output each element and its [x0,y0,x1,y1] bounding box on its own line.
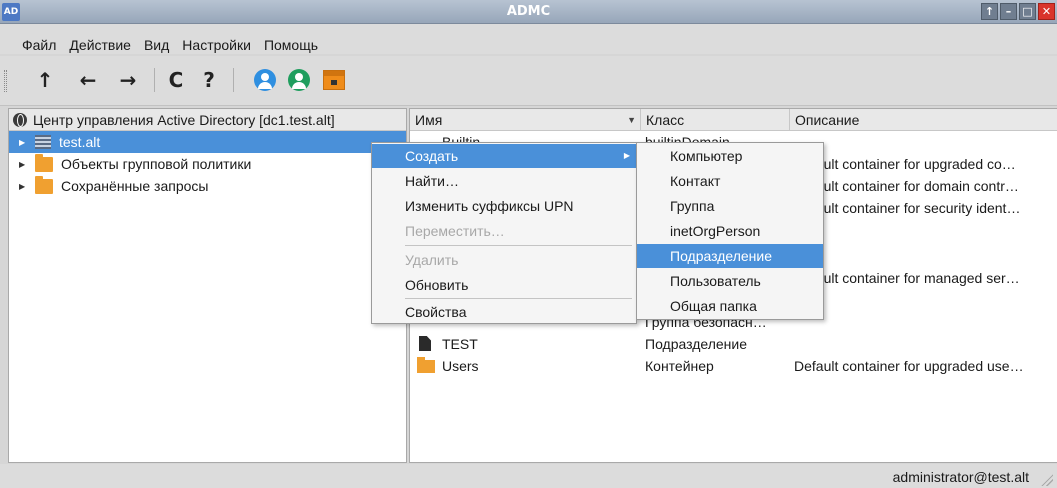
status-user: administrator@test.alt [892,469,1029,485]
menu-view[interactable]: Вид [136,24,174,54]
menu-help[interactable]: Помощь [256,24,323,54]
window-title: ADMC [506,4,551,19]
menu-item-inetorgperson[interactable]: inetOrgPerson [637,219,823,243]
title-bar: AD ADMC ↑ – □ ✕ [0,0,1057,24]
domain-icon [35,135,51,149]
folder-icon [35,153,53,172]
status-bar: administrator@test.alt [0,464,1057,488]
toolbar-separator [154,68,155,92]
menu-item-find[interactable]: Найти… [372,169,636,193]
close-button[interactable]: ✕ [1038,3,1055,20]
ou-icon [419,336,431,351]
menu-file[interactable]: Файл [0,24,61,54]
archive-icon[interactable] [321,66,347,94]
column-header-class[interactable]: Класс [641,109,790,131]
minimize-button[interactable]: – [1000,3,1017,20]
menu-item-ou[interactable]: Подразделение [637,244,823,268]
arrow-up-icon[interactable]: ↑ [32,66,58,94]
column-header-name[interactable]: Имя ▼ [410,109,641,131]
menu-item-edit-upn-suffixes[interactable]: Изменить суффиксы UPN [372,194,636,218]
tree-item-label: Сохранённые запросы [61,178,209,194]
resize-grip-icon[interactable] [1041,474,1053,486]
tree-item-domain[interactable]: ▶ test.alt [9,131,406,153]
expand-arrow-icon[interactable]: ▶ [19,138,29,147]
globe-icon [13,112,27,127]
tree-item-gpo[interactable]: ▶ Объекты групповой политики [9,153,406,175]
folder-icon [417,357,435,373]
table-row[interactable]: Users Контейнер Default container for up… [410,355,1057,377]
tree-item-label: Объекты групповой политики [61,156,252,172]
menu-bar: Файл Действие Вид Настройки Помощь [0,24,1057,54]
maximize-button[interactable]: □ [1019,3,1036,20]
arrow-left-icon[interactable]: ← [75,66,101,94]
create-submenu: Компьютер Контакт Группа inetOrgPerson П… [636,142,824,320]
column-header-description[interactable]: Описание [790,109,1057,131]
menu-item-move[interactable]: Переместить… [372,219,636,243]
help-icon[interactable]: ? [196,66,222,94]
tree-item-label: test.alt [59,134,101,150]
tree-root-label: Центр управления Active Directory [dc1.t… [33,111,335,128]
console-tree[interactable]: Центр управления Active Directory [dc1.t… [8,108,407,463]
menu-item-refresh[interactable]: Обновить [372,273,636,297]
user-blue-icon[interactable] [252,66,278,94]
refresh-icon[interactable]: C [163,66,189,94]
arrow-right-icon[interactable]: → [115,66,141,94]
menu-item-shared-folder[interactable]: Общая папка [637,294,823,318]
sort-down-icon: ▼ [627,115,636,125]
menu-item-create[interactable]: Создать ▶ [372,144,636,168]
menu-item-delete[interactable]: Удалить [372,248,636,272]
menu-item-group[interactable]: Группа [637,194,823,218]
shade-button[interactable]: ↑ [981,3,998,20]
user-green-icon[interactable] [286,66,312,94]
expand-arrow-icon[interactable]: ▶ [19,160,29,169]
window-controls: ↑ – □ ✕ [981,3,1055,20]
menu-item-user[interactable]: Пользователь [637,269,823,293]
context-menu: Создать ▶ Найти… Изменить суффиксы UPN П… [371,142,637,324]
submenu-arrow-icon: ▶ [623,151,630,160]
folder-icon [35,175,53,194]
menu-separator [405,298,632,299]
menu-settings[interactable]: Настройки [174,24,256,54]
expand-arrow-icon[interactable]: ▶ [19,182,29,191]
menu-action[interactable]: Действие [61,24,136,54]
menu-item-computer[interactable]: Компьютер [637,144,823,168]
table-row[interactable]: TEST Подразделение [410,333,1057,355]
menu-item-contact[interactable]: Контакт [637,169,823,193]
menu-separator [405,245,632,246]
tree-item-saved-queries[interactable]: ▶ Сохранённые запросы [9,175,406,197]
toolbar: ↑ ← → C ? [0,56,1057,106]
menu-item-properties[interactable]: Свойства [372,300,636,324]
toolbar-grip[interactable] [4,70,7,92]
toolbar-separator [233,68,234,92]
tree-root[interactable]: Центр управления Active Directory [dc1.t… [9,109,406,131]
